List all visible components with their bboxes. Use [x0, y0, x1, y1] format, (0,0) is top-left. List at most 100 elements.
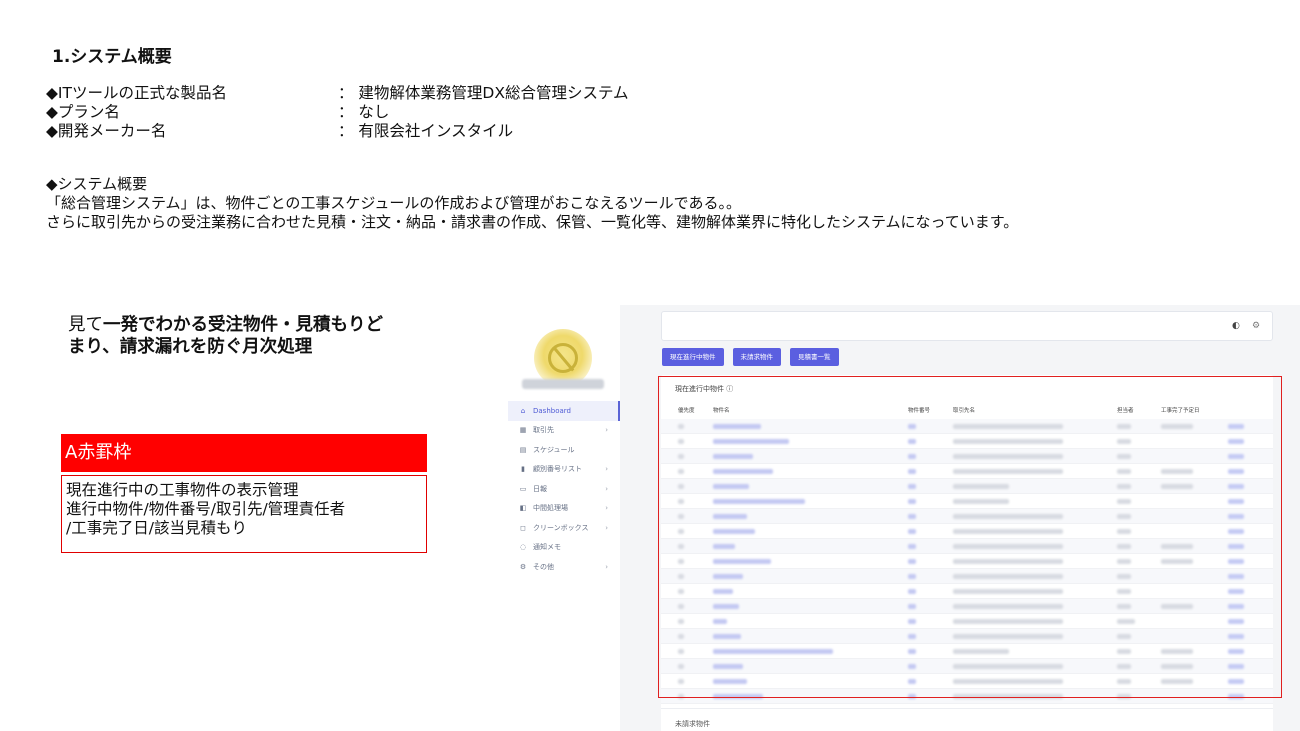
- table-row[interactable]: [661, 629, 1273, 644]
- chevron-right-icon: ›: [605, 562, 608, 571]
- redacted-cell: [908, 649, 916, 654]
- row-action-button[interactable]: [1228, 604, 1244, 609]
- sidebar-item-label: クリーンボックス: [533, 523, 589, 532]
- settings-gear-icon[interactable]: ⚙: [1252, 321, 1260, 331]
- sidebar-item[interactable]: ◌ 通知メモ: [508, 538, 620, 558]
- chevron-right-icon: ›: [605, 523, 608, 532]
- redacted-cell: [1161, 604, 1193, 609]
- sidebar-item[interactable]: ▭ 日報 ›: [508, 479, 620, 499]
- sidebar-item[interactable]: ◧ 中間処理場 ›: [508, 499, 620, 519]
- table-row[interactable]: [661, 584, 1273, 599]
- redacted-cell: [678, 589, 684, 594]
- row-action-button[interactable]: [1228, 544, 1244, 549]
- redacted-cell: [1161, 484, 1193, 489]
- redacted-cell: [713, 574, 743, 579]
- sidebar-item[interactable]: ▤ スケジュール: [508, 440, 620, 460]
- row-action-button[interactable]: [1228, 514, 1244, 519]
- row-action-button[interactable]: [1228, 529, 1244, 534]
- row-action-button[interactable]: [1228, 574, 1244, 579]
- theme-toggle-icon[interactable]: ◐: [1232, 321, 1240, 331]
- table-row[interactable]: [661, 599, 1273, 614]
- top-bar: ◐ ⚙: [661, 311, 1273, 341]
- table-row[interactable]: [661, 689, 1273, 704]
- table-row[interactable]: [661, 644, 1273, 659]
- tab-active-projects[interactable]: 現在進行中物件: [662, 348, 724, 366]
- redacted-cell: [1117, 514, 1131, 519]
- table-row[interactable]: [661, 494, 1273, 509]
- redacted-cell: [953, 544, 1063, 549]
- table-row[interactable]: [661, 449, 1273, 464]
- redacted-cell: [713, 484, 749, 489]
- row-action-button[interactable]: [1228, 439, 1244, 444]
- table-row[interactable]: [661, 509, 1273, 524]
- redacted-cell: [1161, 649, 1193, 654]
- sidebar-item[interactable]: ⌂ Dashboard: [508, 401, 620, 421]
- redacted-cell: [908, 634, 916, 639]
- row-action-button[interactable]: [1228, 424, 1244, 429]
- row-action-button[interactable]: [1228, 679, 1244, 684]
- row-action-button[interactable]: [1228, 619, 1244, 624]
- row-action-button[interactable]: [1228, 664, 1244, 669]
- row-action-button[interactable]: [1228, 589, 1244, 594]
- redacted-cell: [713, 514, 747, 519]
- chat-icon: ◌: [519, 543, 527, 552]
- table-row[interactable]: [661, 464, 1273, 479]
- info-value: ： なし: [338, 103, 390, 121]
- table-row[interactable]: [661, 434, 1273, 449]
- redacted-cell: [1117, 529, 1131, 534]
- sidebar-item-label: 取引先: [533, 426, 554, 435]
- redacted-cell: [1117, 484, 1131, 489]
- app-screenshot: ⌂ Dashboard ▦ 取引先 › ▤ スケジュール ▮ 顧別番号リスト › ▭ 日報 › ◧ 中間処理…: [508, 305, 1300, 731]
- redacted-cell: [953, 439, 1063, 444]
- info-label: ◆開発メーカー名: [46, 122, 167, 140]
- chevron-right-icon: ›: [605, 504, 608, 513]
- table-row[interactable]: [661, 674, 1273, 689]
- redacted-cell: [1161, 424, 1193, 429]
- row-action-button[interactable]: [1228, 649, 1244, 654]
- table-row[interactable]: [661, 569, 1273, 584]
- redacted-cell: [953, 649, 1009, 654]
- redacted-cell: [678, 559, 684, 564]
- redacted-cell: [678, 619, 684, 624]
- row-action-button[interactable]: [1228, 469, 1244, 474]
- catch-bold: 一発でわかる受注物件・見積もりど: [103, 315, 383, 335]
- row-action-button[interactable]: [1228, 499, 1244, 504]
- table-row[interactable]: [661, 419, 1273, 434]
- report-icon: ▭: [519, 484, 527, 493]
- redacted-cell: [908, 589, 916, 594]
- redacted-cell: [908, 514, 916, 519]
- redacted-cell: [1117, 454, 1131, 459]
- tab-estimates-list[interactable]: 見積書一覧: [790, 348, 839, 366]
- sidebar-item[interactable]: ⚙ その他 ›: [508, 557, 620, 577]
- redacted-cell: [953, 604, 1063, 609]
- row-action-button[interactable]: [1228, 559, 1244, 564]
- sidebar-item[interactable]: ▦ 取引先 ›: [508, 421, 620, 441]
- redacted-cell: [953, 424, 1063, 429]
- redacted-cell: [953, 529, 1063, 534]
- redacted-cell: [1117, 559, 1131, 564]
- row-action-button[interactable]: [1228, 634, 1244, 639]
- card-title: 現在進行中物件 ⓘ: [675, 385, 734, 393]
- row-action-button[interactable]: [1228, 484, 1244, 489]
- redacted-cell: [953, 634, 1063, 639]
- table-row[interactable]: [661, 659, 1273, 674]
- redacted-cell: [908, 544, 916, 549]
- active-projects-card: 現在進行中物件 ⓘ 優先度 物件名 物件番号 取引先名 担当者 工事完了予定日: [661, 375, 1273, 723]
- redacted-cell: [908, 439, 916, 444]
- redacted-cell: [908, 499, 916, 504]
- row-action-button[interactable]: [1228, 694, 1244, 699]
- redacted-cell: [713, 634, 741, 639]
- table-row[interactable]: [661, 479, 1273, 494]
- tab-unbilled-projects[interactable]: 未請求物件: [732, 348, 781, 366]
- table-row[interactable]: [661, 554, 1273, 569]
- table-row[interactable]: [661, 524, 1273, 539]
- sidebar-item[interactable]: ▮ 顧別番号リスト ›: [508, 460, 620, 480]
- table-row[interactable]: [661, 614, 1273, 629]
- table-row[interactable]: [661, 539, 1273, 554]
- redacted-cell: [678, 604, 684, 609]
- info-label: ◆プラン名: [46, 103, 120, 121]
- calendar-icon: ▤: [519, 445, 527, 454]
- redacted-cell: [1117, 589, 1131, 594]
- row-action-button[interactable]: [1228, 454, 1244, 459]
- sidebar-item[interactable]: ◻ クリーンボックス ›: [508, 518, 620, 538]
